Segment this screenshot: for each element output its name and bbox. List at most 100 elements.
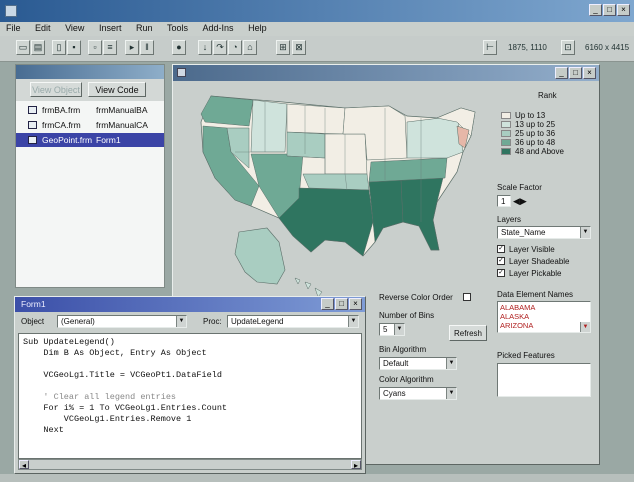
code-title-bar: Form1 _ □ × <box>15 297 365 312</box>
lock-icon[interactable]: ▫ <box>88 40 102 55</box>
view-code-button[interactable]: View Code <box>88 82 146 97</box>
bins-select[interactable]: 5 ▼ <box>379 323 405 336</box>
data-elements-list[interactable]: ALABAMA ALASKA ARIZONA ▼ <box>497 301 591 333</box>
position-readout: 1875, 1110 <box>508 43 547 52</box>
code-minimize-button[interactable]: _ <box>321 298 334 310</box>
color-algorithm-value: Cyans <box>383 389 406 398</box>
legend-swatch <box>501 112 511 119</box>
scale-factor-field[interactable]: 1 <box>497 195 511 207</box>
bin-algorithm-select[interactable]: Default ▼ <box>379 357 457 370</box>
menu-insert[interactable]: Insert <box>93 22 128 33</box>
menu-bar: File Edit View Insert Run Tools Add-Ins … <box>0 22 634 36</box>
menu-tools[interactable]: Tools <box>161 22 194 33</box>
properties-icon[interactable]: ⊞ <box>276 40 290 55</box>
horizontal-scrollbar[interactable]: ◂ ▸ <box>18 459 362 470</box>
legend-swatch <box>501 139 511 146</box>
form-file-icon <box>28 106 37 114</box>
central-plains <box>324 133 368 175</box>
break-icon[interactable]: ‖ <box>140 40 154 55</box>
list-item[interactable]: ARIZONA <box>500 321 588 330</box>
code-editor[interactable]: Sub UpdateLegend() Dim B As Object, Entr… <box>18 333 362 459</box>
project-item-selected[interactable]: GeoPoint.frm Form1 <box>16 133 164 147</box>
layer-shadeable-checkbox[interactable]: ✓ <box>497 257 505 265</box>
color-algorithm-select[interactable]: Cyans ▼ <box>379 387 457 400</box>
list-item[interactable]: ALASKA <box>500 312 588 321</box>
code-close-button[interactable]: × <box>349 298 362 310</box>
chevron-down-icon[interactable]: ▼ <box>394 324 404 335</box>
view-object-button[interactable]: View Object <box>30 82 82 97</box>
bins-label: Number of Bins <box>379 311 435 320</box>
project-item-file: frmCA.frm <box>42 120 81 130</box>
open-icon[interactable]: ▯ <box>52 40 66 55</box>
code-comment-line: ' Clear all legend entries <box>23 392 177 402</box>
bin-algorithm-label: Bin Algorithm <box>379 345 427 354</box>
scale-factor-label: Scale Factor <box>497 183 542 192</box>
toggle-breakpoint-icon[interactable]: ● <box>172 40 186 55</box>
instant-watch-icon[interactable]: ◔ <box>228 40 242 55</box>
project-item[interactable]: frmBA.frm frmManualBA <box>16 103 164 117</box>
menu-view[interactable]: View <box>59 22 90 33</box>
map-maximize-button[interactable]: □ <box>569 67 582 79</box>
menu-file[interactable]: File <box>0 22 27 33</box>
proc-select[interactable]: UpdateLegend ▼ <box>227 315 359 328</box>
object-select[interactable]: (General) ▼ <box>57 315 187 328</box>
layer-select[interactable]: State_Name ▼ <box>497 226 591 239</box>
map-close-button[interactable]: × <box>583 67 596 79</box>
chevron-down-icon[interactable]: ▼ <box>176 316 186 327</box>
save-icon[interactable]: ▪ <box>67 40 81 55</box>
picked-features-box[interactable] <box>497 363 591 397</box>
legend-item: 48 and Above <box>501 147 591 156</box>
project-item-file: frmBA.frm <box>42 105 81 115</box>
code-maximize-button[interactable]: □ <box>335 298 348 310</box>
mid-atlantic <box>406 115 464 159</box>
project-item-form: frmManualCA <box>96 120 148 130</box>
step-into-icon[interactable]: ↓ <box>198 40 212 55</box>
scroll-right-icon[interactable]: ▸ <box>351 460 361 470</box>
project-item-form: Form1 <box>96 135 121 145</box>
object-browser-icon[interactable]: ⊠ <box>292 40 306 55</box>
refresh-button[interactable]: Refresh <box>449 325 487 341</box>
close-button[interactable]: × <box>617 4 630 16</box>
project-item[interactable]: frmCA.frm frmManualCA <box>16 118 164 132</box>
new-module-icon[interactable]: ▤ <box>31 40 45 55</box>
app-title-bar: _ □ × <box>0 0 634 22</box>
menu-editor-icon[interactable]: ≡ <box>103 40 117 55</box>
step-over-icon[interactable]: ↷ <box>213 40 227 55</box>
menu-run[interactable]: Run <box>130 22 159 33</box>
window-controls: _ □ × <box>588 4 630 16</box>
bins-value: 5 <box>383 325 388 334</box>
chevron-down-icon[interactable]: ▼ <box>580 227 590 238</box>
legend-swatch <box>501 148 511 155</box>
list-scroll-icon[interactable]: ▼ <box>580 322 590 332</box>
menu-addins[interactable]: Add-Ins <box>197 22 240 33</box>
scale-spin-icon[interactable]: ◀▶ <box>513 196 527 207</box>
new-form-icon[interactable]: ▭ <box>16 40 30 55</box>
code-line: For i% = 1 To VCGeoLg1.Entries.Count <box>23 403 228 413</box>
scroll-left-icon[interactable]: ◂ <box>19 460 29 470</box>
map-minimize-button[interactable]: _ <box>555 67 568 79</box>
form-file-icon <box>28 136 37 144</box>
menu-help[interactable]: Help <box>242 22 273 33</box>
maximize-button[interactable]: □ <box>603 4 616 16</box>
oklahoma <box>302 173 370 191</box>
project-window: View Object View Code frmBA.frm frmManua… <box>15 64 165 288</box>
chevron-down-icon[interactable]: ▼ <box>446 358 456 369</box>
start-icon[interactable]: ▸ <box>125 40 139 55</box>
project-item-form: frmManualBA <box>96 105 148 115</box>
lower-mississippi <box>368 179 404 243</box>
minimize-button[interactable]: _ <box>589 4 602 16</box>
menu-edit[interactable]: Edit <box>29 22 57 33</box>
layer-visible-checkbox[interactable]: ✓ <box>497 245 505 253</box>
list-item[interactable]: ALABAMA <box>500 303 588 312</box>
us-choropleth-map[interactable] <box>175 82 495 312</box>
map-window-controls: _ □ × <box>554 67 596 79</box>
chevron-down-icon[interactable]: ▼ <box>446 388 456 399</box>
calls-icon[interactable]: ⌂ <box>243 40 257 55</box>
alaska-region <box>234 227 286 285</box>
tennessee-kentucky <box>368 157 448 183</box>
layer-pickable-checkbox[interactable]: ✓ <box>497 269 505 277</box>
code-line: VCGeoLg1.Title = VCGeoPt1.DataField <box>23 370 222 380</box>
chevron-down-icon[interactable]: ▼ <box>348 316 358 327</box>
reverse-color-checkbox[interactable] <box>463 293 471 301</box>
legend-label: 25 up to 36 <box>515 129 556 138</box>
